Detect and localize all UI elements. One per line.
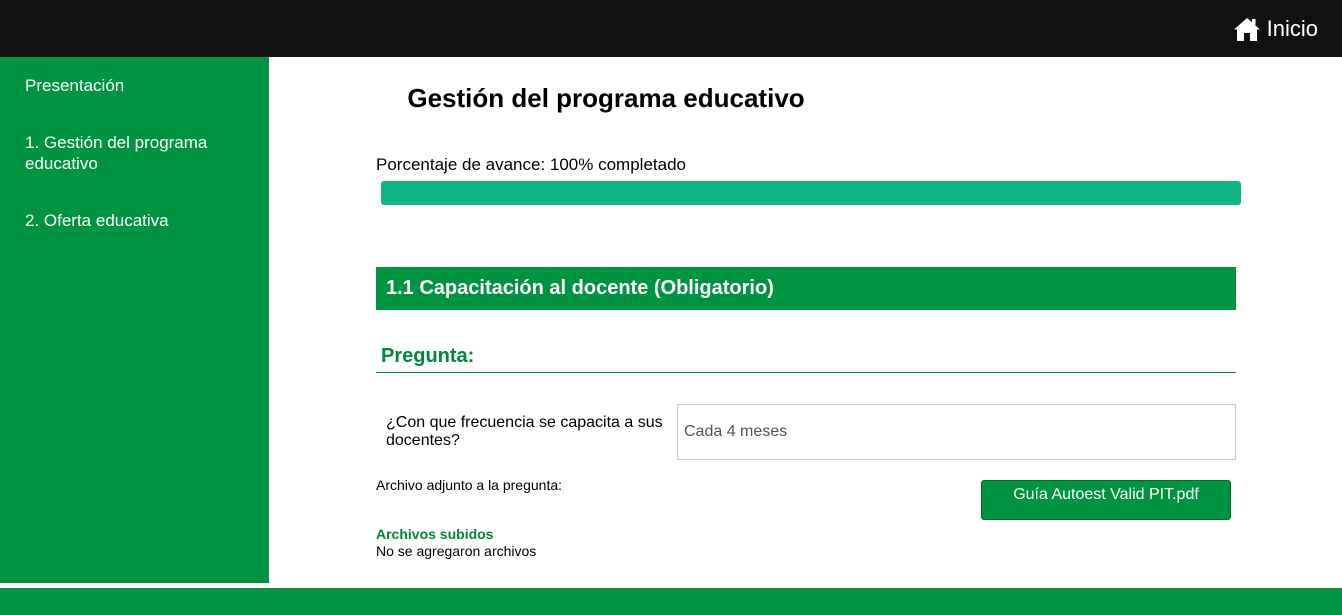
- footer: [0, 588, 1342, 615]
- page-title: Gestión del programa educativo: [407, 83, 805, 113]
- home-link-label: Inicio: [1266, 16, 1318, 41]
- attachment-label: Archivo adjunto a la pregunta:: [376, 477, 563, 493]
- top-bar: Inicio: [0, 0, 1342, 57]
- sidebar-item-oferta-educativa[interactable]: 2. Oferta educativa: [25, 210, 255, 231]
- progress-bar-fill: [381, 181, 1241, 205]
- progress-label: Porcentaje de avance: 100% completado: [376, 155, 686, 174]
- sidebar: Presentación 1. Gestión del programa edu…: [0, 57, 269, 583]
- progress-bar: [381, 181, 1241, 205]
- divider: [376, 372, 1236, 373]
- home-link[interactable]: Inicio: [1233, 15, 1318, 43]
- home-icon: [1233, 18, 1260, 41]
- download-pdf-button[interactable]: Guía Autoest Valid PIT.pdf: [981, 480, 1231, 520]
- question-heading: Pregunta:: [381, 345, 475, 367]
- sidebar-item-presentacion[interactable]: Presentación: [25, 75, 255, 96]
- uploads-title: Archivos subidos: [376, 526, 494, 542]
- sidebar-item-gestion-programa[interactable]: 1. Gestión del programa educativo: [25, 132, 255, 174]
- question-text: ¿Con que frecuencia se capacita a sus do…: [386, 414, 663, 449]
- uploads-empty-text: No se agregaron archivos: [376, 543, 537, 559]
- main-content: Gestión del programa educativo Porcentaj…: [269, 57, 1342, 583]
- section-header: 1.1 Capacitación al docente (Obligatorio…: [376, 267, 1236, 310]
- answer-field[interactable]: [677, 404, 1236, 460]
